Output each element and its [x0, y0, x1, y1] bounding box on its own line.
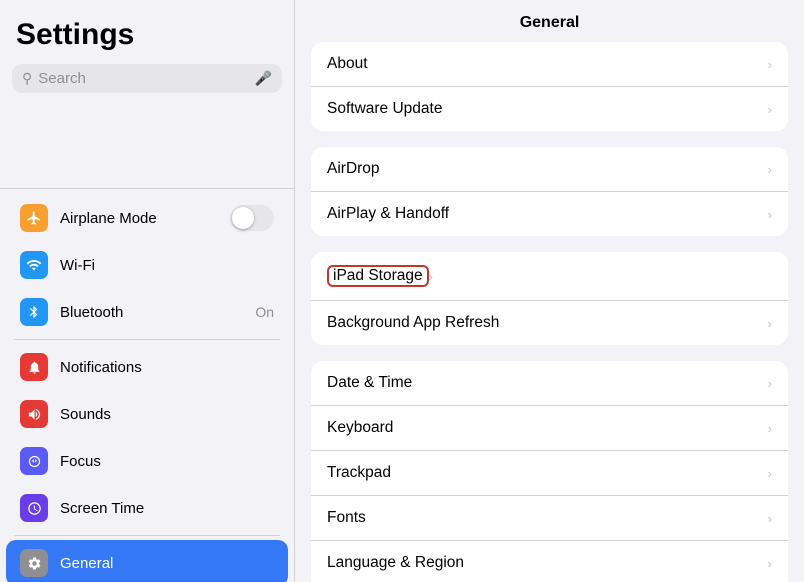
sidebar-item-airplane-mode[interactable]: Airplane Mode [6, 195, 288, 241]
general-label: General [60, 555, 274, 572]
software-update-label: Software Update [327, 100, 768, 118]
notifications-icon [20, 353, 48, 381]
sidebar-item-notifications[interactable]: Notifications [6, 344, 288, 390]
airplane-mode-toggle[interactable] [230, 205, 274, 231]
sidebar-item-focus[interactable]: Focus [6, 438, 288, 484]
ipad-storage-highlight-box: iPad Storage [327, 265, 429, 287]
ad-banner-area [0, 107, 294, 189]
airplane-mode-label: Airplane Mode [60, 210, 218, 227]
sidebar-list: Airplane Mode Wi-Fi Bluetooth On Notificatio… [0, 195, 294, 582]
airplay-chevron-icon: › [768, 207, 772, 222]
airplane-mode-icon [20, 204, 48, 232]
settings-row-airplay[interactable]: AirPlay & Handoff› [311, 192, 788, 236]
bluetooth-value: On [255, 304, 274, 320]
general-icon [20, 549, 48, 577]
software-update-chevron-icon: › [768, 102, 772, 117]
settings-row-keyboard[interactable]: Keyboard› [311, 406, 788, 451]
airdrop-chevron-icon: › [768, 162, 772, 177]
language-region-chevron-icon: › [768, 556, 772, 571]
screen-time-label: Screen Time [60, 500, 274, 517]
settings-group-group3: iPad Storage›Background App Refresh› [311, 252, 788, 345]
trackpad-label: Trackpad [327, 464, 768, 482]
airplay-label: AirPlay & Handoff [327, 205, 768, 223]
sidebar-item-sounds[interactable]: Sounds [6, 391, 288, 437]
bluetooth-icon [20, 298, 48, 326]
ipad-storage-chevron-icon: › [429, 269, 433, 284]
airdrop-label: AirDrop [327, 160, 768, 178]
microphone-icon[interactable]: 🎤 [255, 70, 272, 87]
background-app-refresh-label: Background App Refresh [327, 314, 768, 332]
settings-group-group1: About›Software Update› [311, 42, 788, 131]
settings-group-group2: AirDrop›AirPlay & Handoff› [311, 147, 788, 236]
search-bar[interactable]: ⚲ 🎤 [12, 64, 282, 93]
wifi-label: Wi-Fi [60, 257, 274, 274]
fonts-label: Fonts [327, 509, 768, 527]
sidebar-divider [14, 339, 280, 340]
notifications-label: Notifications [60, 359, 274, 376]
sidebar: Settings ⚲ 🎤 Airplane Mode Wi-Fi Bluetooth… [0, 0, 295, 582]
settings-row-ipad-storage[interactable]: iPad Storage › [311, 252, 788, 301]
date-time-chevron-icon: › [768, 376, 772, 391]
settings-row-date-time[interactable]: Date & Time› [311, 361, 788, 406]
about-chevron-icon: › [768, 57, 772, 72]
main-header: General [295, 0, 804, 42]
sounds-label: Sounds [60, 406, 274, 423]
sidebar-item-wifi[interactable]: Wi-Fi [6, 242, 288, 288]
background-app-refresh-chevron-icon: › [768, 316, 772, 331]
sounds-icon [20, 400, 48, 428]
search-input[interactable] [38, 70, 248, 87]
keyboard-label: Keyboard [327, 419, 768, 437]
settings-row-fonts[interactable]: Fonts› [311, 496, 788, 541]
about-label: About [327, 55, 768, 73]
settings-row-about[interactable]: About› [311, 42, 788, 87]
sidebar-divider [14, 535, 280, 536]
fonts-chevron-icon: › [768, 511, 772, 526]
search-icon: ⚲ [22, 70, 32, 87]
date-time-label: Date & Time [327, 374, 768, 392]
sidebar-item-screen-time[interactable]: Screen Time [6, 485, 288, 531]
settings-row-airdrop[interactable]: AirDrop› [311, 147, 788, 192]
focus-icon [20, 447, 48, 475]
main-content: General About›Software Update›AirDrop›Ai… [295, 0, 804, 582]
app-title: Settings [0, 18, 294, 64]
language-region-label: Language & Region [327, 554, 768, 572]
trackpad-chevron-icon: › [768, 466, 772, 481]
bluetooth-label: Bluetooth [60, 304, 243, 321]
keyboard-chevron-icon: › [768, 421, 772, 436]
wifi-icon [20, 251, 48, 279]
focus-label: Focus [60, 453, 274, 470]
ipad-storage-label: iPad Storage [333, 267, 423, 284]
settings-row-language-region[interactable]: Language & Region› [311, 541, 788, 582]
settings-group-group4: Date & Time›Keyboard›Trackpad›Fonts›Lang… [311, 361, 788, 582]
settings-row-trackpad[interactable]: Trackpad› [311, 451, 788, 496]
screen-time-icon [20, 494, 48, 522]
sidebar-item-bluetooth[interactable]: Bluetooth On [6, 289, 288, 335]
sidebar-item-general[interactable]: General [6, 540, 288, 582]
settings-row-software-update[interactable]: Software Update› [311, 87, 788, 131]
settings-row-background-app-refresh[interactable]: Background App Refresh› [311, 301, 788, 345]
